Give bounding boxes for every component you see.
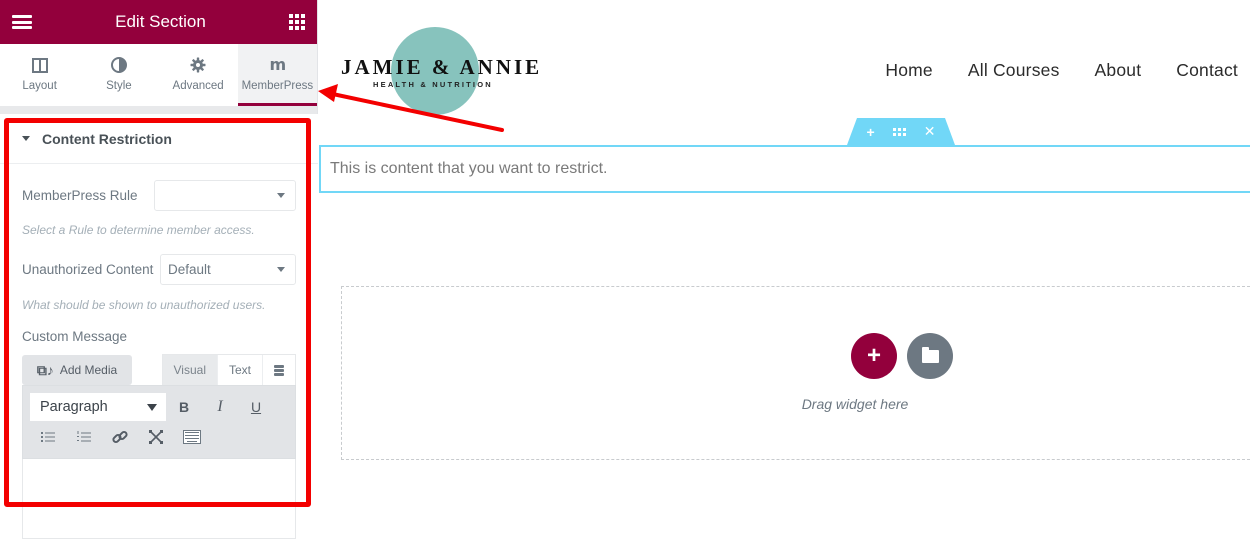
numbered-list-icon xyxy=(77,431,91,442)
bulleted-list-icon xyxy=(41,432,55,442)
panel-header: Edit Section xyxy=(0,0,317,44)
memberpress-m-icon: m xyxy=(269,55,287,74)
add-section-icon[interactable]: + xyxy=(867,124,875,140)
tab-style[interactable]: Style xyxy=(79,44,158,106)
link-icon xyxy=(112,430,128,444)
italic-button[interactable]: I xyxy=(202,393,238,421)
chevron-down-icon xyxy=(277,193,285,198)
nav-home[interactable]: Home xyxy=(885,60,932,81)
hamburger-menu-icon[interactable] xyxy=(12,15,32,29)
tab-memberpress[interactable]: m MemberPress xyxy=(237,44,317,106)
tab-visual[interactable]: Visual xyxy=(162,355,217,385)
logo-tagline: HEALTH & NUTRITION xyxy=(373,80,493,89)
fullscreen-icon xyxy=(149,430,163,444)
tab-text[interactable]: Text xyxy=(216,355,262,385)
restricted-content-section[interactable]: This is content that you want to restric… xyxy=(319,145,1250,193)
add-media-label: Add Media xyxy=(59,363,118,377)
unauthorized-help: What should be shown to unauthorized use… xyxy=(22,298,266,312)
section-handle: + ✕ xyxy=(847,118,955,145)
toolbar-toggle-button[interactable] xyxy=(174,423,210,451)
divider xyxy=(0,106,317,114)
tab-advanced[interactable]: Advanced xyxy=(159,44,238,106)
unauthorized-select-value: Default xyxy=(168,262,211,277)
nav-all-courses[interactable]: All Courses xyxy=(968,60,1060,81)
rule-help: Select a Rule to determine member access… xyxy=(22,223,255,237)
gear-icon xyxy=(190,57,206,73)
unauthorized-select[interactable]: Default xyxy=(160,254,296,285)
folder-icon xyxy=(921,346,939,363)
unauthorized-label: Unauthorized Content xyxy=(22,262,154,277)
section-title: Content Restriction xyxy=(42,130,172,147)
bold-button[interactable]: B xyxy=(166,393,202,421)
caret-down-icon xyxy=(22,136,30,141)
chevron-down-icon xyxy=(147,403,157,411)
site-logo[interactable]: JAMIE & ANNIE HEALTH & NUTRITION xyxy=(341,25,541,115)
tab-text-label: Text xyxy=(228,363,251,377)
half-circle-style-icon xyxy=(110,57,127,73)
add-media-button[interactable]: ⧉♪ Add Media xyxy=(22,355,132,385)
logo-name: JAMIE & ANNIE xyxy=(341,55,543,79)
editor-tools: ⧉♪ Add Media Visual Text xyxy=(22,354,296,385)
keyboard-icon xyxy=(183,430,201,444)
insert-link-button[interactable] xyxy=(102,423,138,451)
custom-message-label: Custom Message xyxy=(22,329,128,344)
media-icon: ⧉♪ xyxy=(36,361,54,378)
page-preview: JAMIE & ANNIE HEALTH & NUTRITION Home Al… xyxy=(319,0,1250,545)
add-template-button[interactable] xyxy=(907,333,953,379)
restricted-text: This is content that you want to restric… xyxy=(330,160,608,177)
section-toggle[interactable]: Content Restriction xyxy=(0,114,318,164)
custom-message-editor[interactable] xyxy=(22,459,296,539)
add-new-section-button[interactable]: + xyxy=(851,333,897,379)
format-value: Paragraph xyxy=(40,399,108,415)
nav-about[interactable]: About xyxy=(1095,60,1142,81)
tab-visual-label: Visual xyxy=(173,363,206,377)
bulleted-list-button[interactable] xyxy=(30,423,66,451)
chevron-down-icon xyxy=(277,267,285,272)
underline-button[interactable]: U xyxy=(238,393,274,421)
database-icon xyxy=(274,364,284,376)
panel-tabs: Layout Style Advanced m MemberPress xyxy=(0,44,317,106)
format-select[interactable]: Paragraph xyxy=(30,393,166,421)
delete-section-icon[interactable]: ✕ xyxy=(924,123,936,140)
editor-mode-tabs: Visual Text xyxy=(161,354,296,385)
editor-toolbar: Paragraph B I U xyxy=(22,385,296,459)
rule-control: MemberPress Rule xyxy=(22,164,296,211)
rule-label: MemberPress Rule xyxy=(22,188,138,203)
nav-contact[interactable]: Contact xyxy=(1176,60,1238,81)
tab-label: Advanced xyxy=(172,80,224,92)
tab-label: Style xyxy=(106,80,132,92)
drop-zone-text: Drag widget here xyxy=(801,396,909,412)
numbered-list-button[interactable] xyxy=(66,423,102,451)
site-nav: Home All Courses About Contact xyxy=(885,60,1238,81)
content-restriction-section: Content Restriction MemberPress Rule Sel… xyxy=(0,114,318,545)
tab-layout[interactable]: Layout xyxy=(0,44,79,106)
editor-panel: Edit Section Layout Style Advanced m Mem… xyxy=(0,0,318,545)
columns-layout-icon xyxy=(31,57,48,73)
tab-label: MemberPress xyxy=(241,79,314,92)
drag-handle-icon[interactable] xyxy=(892,127,906,136)
section-body: MemberPress Rule Select a Rule to determ… xyxy=(0,164,318,545)
apps-grid-icon[interactable] xyxy=(288,14,305,30)
rule-select[interactable] xyxy=(154,180,296,211)
widget-drop-zone[interactable]: + Drag widget here xyxy=(341,286,1250,460)
tab-label: Layout xyxy=(22,80,57,92)
panel-title: Edit Section xyxy=(115,12,206,31)
fullscreen-button[interactable] xyxy=(138,423,174,451)
unauthorized-control: Unauthorized Content Default xyxy=(22,254,296,285)
dynamic-tags-button[interactable] xyxy=(262,355,295,385)
plus-icon: + xyxy=(866,342,881,369)
